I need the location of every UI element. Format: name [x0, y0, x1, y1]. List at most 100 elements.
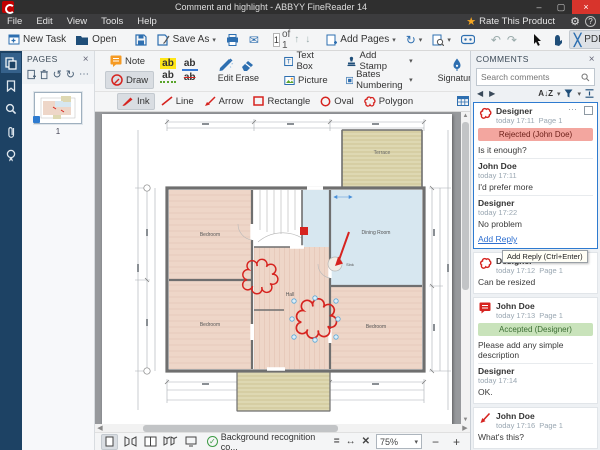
vertical-scroll-thumb[interactable] [462, 122, 469, 290]
sort-icon[interactable]: A↓Z [538, 89, 553, 98]
page-preview-button[interactable]: ▾ [428, 30, 455, 49]
add-stamp-button[interactable]: Add Stamp▾ [341, 52, 418, 70]
scroll-up-icon[interactable]: ▲ [463, 112, 469, 120]
fit-width-icon[interactable]: ↔ [346, 436, 356, 447]
document-page[interactable]: Terrace [102, 114, 452, 424]
rotate-left-icon[interactable]: ↺ [53, 68, 62, 81]
comment-menu-icon[interactable]: ⋯ [568, 106, 577, 112]
scrolling-spread-view-button[interactable] [162, 434, 179, 450]
rectangle-tool-button[interactable]: Rectangle [249, 93, 314, 110]
close-button[interactable]: × [572, 0, 600, 14]
document-canvas[interactable]: Terrace [95, 112, 470, 424]
polygon-tool-button[interactable]: Polygon [360, 93, 417, 110]
previous-comment-icon[interactable]: ◀ [477, 89, 483, 98]
minimize-button[interactable]: – [528, 0, 550, 14]
screenshot-button[interactable] [457, 30, 479, 49]
previous-page-icon[interactable]: ↑ [292, 34, 301, 45]
fullscreen-view-button[interactable] [183, 434, 200, 450]
new-task-button[interactable]: New Task [4, 30, 70, 49]
scroll-right-icon[interactable]: ▶ [460, 424, 470, 432]
rate-product-button[interactable]: Rate This Product [479, 16, 555, 27]
horizontal-scrollbar[interactable]: ◀ ▶ [95, 424, 470, 432]
comment-page-ref[interactable]: Page 1 [539, 116, 563, 125]
line-tool-button[interactable]: Line [157, 93, 198, 110]
print-button[interactable] [222, 30, 243, 49]
vertical-scrollbar[interactable]: ▲ ▼ [461, 112, 470, 424]
pages-panel-close-icon[interactable]: × [83, 54, 89, 65]
menu-view[interactable]: View [60, 16, 94, 27]
fit-page-icon[interactable]: ✕ [362, 436, 370, 447]
bookmarks-tab-button[interactable] [1, 76, 21, 96]
picture-tool-button[interactable]: Picture [279, 71, 333, 89]
delete-page-icon[interactable] [40, 69, 48, 80]
save-button[interactable] [131, 30, 151, 49]
collapse-comments-icon[interactable] [585, 89, 594, 98]
rotate-button[interactable]: ↻▾ [402, 30, 427, 49]
status-badge-accepted[interactable]: Accepted (Designer) [478, 323, 593, 336]
zoom-out-button[interactable]: − [428, 435, 443, 449]
help-icon[interactable]: ? [585, 16, 596, 27]
note-tool-button[interactable]: Note [105, 52, 154, 70]
horizontal-scroll-thumb[interactable] [143, 425, 338, 432]
zoom-select[interactable]: 75%▾ [376, 434, 422, 449]
open-button[interactable]: Open [72, 30, 120, 49]
strikethrough-tool-button[interactable]: ab [182, 72, 198, 83]
squiggly-underline-tool-button[interactable]: ab [160, 70, 176, 83]
menu-edit[interactable]: Edit [29, 16, 59, 27]
pages-tab-button[interactable] [1, 53, 21, 73]
email-button[interactable]: ✉ [245, 30, 263, 49]
undo-icon[interactable]: ↶ [489, 33, 503, 47]
page-number-input[interactable]: 1 [273, 33, 280, 47]
arrow-tool-button[interactable]: Arrow [200, 93, 248, 110]
filter-funnel-icon[interactable] [564, 89, 573, 98]
menu-tools[interactable]: Tools [94, 16, 130, 27]
select-cursor-button[interactable] [529, 30, 546, 49]
highlight-tool-button[interactable]: ab [160, 58, 176, 69]
book-view-button[interactable] [142, 434, 159, 450]
edit-tool-button[interactable]: Edit [218, 52, 234, 89]
pdf-tools-button[interactable]: ╳ PDF Tools [569, 30, 600, 49]
settings-gear-icon[interactable]: ⚙ [565, 15, 585, 28]
page-thumbnail[interactable] [34, 92, 82, 124]
scroll-down-icon[interactable]: ▼ [463, 416, 469, 424]
next-comment-icon[interactable]: ▶ [489, 89, 495, 98]
comment-checkbox[interactable] [584, 106, 593, 115]
status-badge-rejected[interactable]: Rejected (John Doe) [478, 128, 593, 141]
ink-tool-button[interactable]: Ink [117, 93, 155, 110]
draw-tool-button[interactable]: Draw [105, 71, 154, 89]
scroll-left-icon[interactable]: ◀ [95, 424, 105, 432]
save-as-button[interactable]: Save As▾ [153, 30, 220, 49]
maximize-button[interactable]: ▢ [550, 0, 572, 14]
text-box-tool-button[interactable]: T Text Box [279, 52, 333, 70]
comment-thread[interactable]: Designer today 17:11Page 1 ⋯ Rejected (J… [473, 102, 598, 249]
bates-numbering-button[interactable]: Bates Numbering▾ [341, 71, 418, 89]
comments-search[interactable] [476, 68, 595, 86]
facing-pages-view-button[interactable] [121, 434, 138, 450]
underline-tool-button[interactable]: ab [182, 58, 198, 71]
fit-lines-icon[interactable]: = [334, 436, 340, 447]
comment-page-ref[interactable]: Page 1 [539, 421, 563, 430]
add-page-icon[interactable] [27, 69, 36, 80]
signatures-tab-button[interactable] [1, 145, 21, 165]
search-tab-button[interactable] [1, 99, 21, 119]
redo-icon[interactable]: ↷ [505, 33, 519, 47]
comments-panel-close-icon[interactable]: × [589, 54, 595, 65]
pages-more-icon[interactable]: ⋯ [79, 69, 89, 80]
add-pages-button[interactable]: Add Pages▾ [322, 30, 399, 49]
comment-thread[interactable]: John Doe today 17:16Page 1 What's this? [473, 407, 598, 449]
zoom-in-button[interactable]: + [449, 435, 464, 449]
next-page-icon[interactable]: ↓ [303, 34, 312, 45]
comments-search-input[interactable] [481, 72, 581, 82]
menu-file[interactable]: File [0, 16, 29, 27]
comment-thread[interactable]: Add Reply (Ctrl+Enter) Designer today 17… [473, 252, 598, 294]
hand-tool-button[interactable] [548, 30, 567, 49]
single-page-view-button[interactable] [101, 434, 118, 450]
attachments-tab-button[interactable] [1, 122, 21, 142]
erase-tool-button[interactable]: Erase [236, 52, 260, 89]
menu-help[interactable]: Help [130, 16, 164, 27]
comment-page-ref[interactable]: Page 1 [539, 311, 563, 320]
rotate-right-icon[interactable]: ↻ [66, 68, 75, 81]
add-reply-link[interactable]: Add Reply [478, 232, 593, 245]
comment-thread[interactable]: John Doe today 17:13Page 1 Accepted (Des… [473, 297, 598, 404]
oval-tool-button[interactable]: Oval [316, 93, 358, 110]
